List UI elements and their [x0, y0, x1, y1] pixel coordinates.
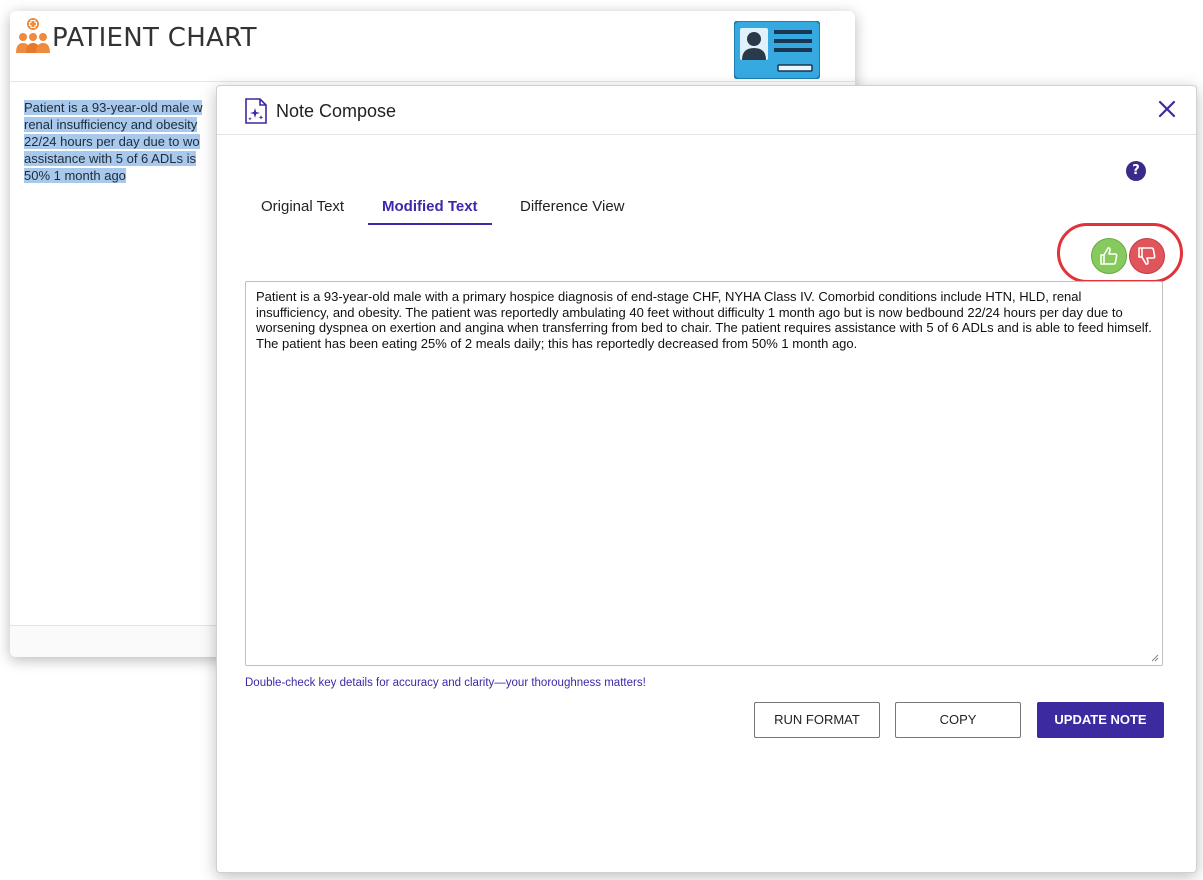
chart-title: PATIENT CHART — [52, 23, 257, 53]
chart-header: PATIENT CHART — [10, 11, 855, 82]
help-icon[interactable]: ? — [1126, 161, 1146, 181]
modal-title: Note Compose — [276, 101, 397, 121]
chart-note-text: Patient is a 93-year-old male w renal in… — [24, 99, 234, 184]
update-note-button[interactable]: UPDATE NOTE — [1037, 702, 1164, 738]
note-text: Patient is a 93-year-old male with a pri… — [256, 289, 1152, 351]
chart-line: Patient is a 93-year-old male w — [24, 100, 203, 115]
tab-original-text[interactable]: Original Text — [261, 198, 344, 223]
thumbs-up-icon — [1100, 247, 1118, 265]
accuracy-reminder: Double-check key details for accuracy an… — [245, 677, 646, 689]
patients-group-icon — [16, 18, 50, 53]
tab-modified-text[interactable]: Modified Text — [368, 198, 492, 225]
compose-sparkle-icon — [245, 98, 267, 124]
chart-line: 50% 1 month ago — [24, 168, 126, 183]
thumbs-down-icon — [1138, 247, 1156, 265]
note-text-area[interactable]: Patient is a 93-year-old male with a pri… — [245, 281, 1163, 666]
id-card-icon[interactable] — [734, 21, 820, 79]
resize-grip-icon[interactable] — [1151, 654, 1159, 662]
tab-difference-view[interactable]: Difference View — [520, 198, 625, 223]
chart-line: assistance with 5 of 6 ADLs is — [24, 151, 196, 166]
note-compose-modal: Note Compose ? Original Text Modified Te… — [216, 85, 1197, 873]
copy-button[interactable]: COPY — [895, 702, 1021, 738]
thumbs-up-button[interactable] — [1091, 238, 1127, 274]
thumbs-down-button[interactable] — [1129, 238, 1165, 274]
chart-line: 22/24 hours per day due to wo — [24, 134, 200, 149]
modal-header: Note Compose — [217, 86, 1196, 135]
chart-line: renal insufficiency and obesity — [24, 117, 198, 132]
run-format-button[interactable]: RUN FORMAT — [754, 702, 880, 738]
close-icon[interactable] — [1156, 98, 1178, 120]
